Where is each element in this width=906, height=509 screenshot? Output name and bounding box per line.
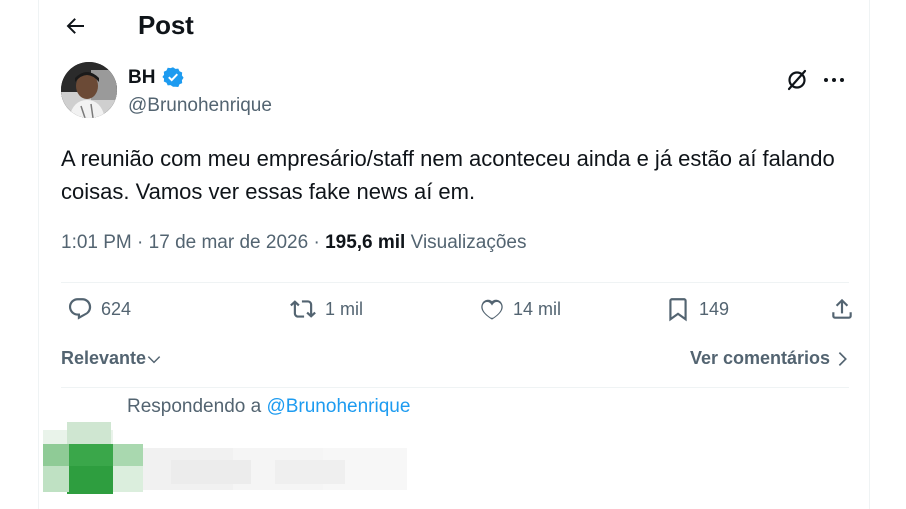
more-icon [824, 78, 844, 82]
like-button[interactable]: 14 mil [479, 296, 561, 322]
replying-prefix: Respondendo a [127, 396, 267, 417]
reply-icon [68, 298, 92, 320]
author-display-name[interactable]: BH [128, 67, 155, 89]
see-comments-label: Ver comentários [689, 348, 830, 368]
meta-separator: · [313, 232, 326, 253]
back-arrow-icon [66, 18, 84, 34]
author-handle[interactable]: @Brunohenrique [128, 95, 272, 117]
like-count: 14 mil [513, 298, 562, 319]
divider [61, 282, 849, 283]
header: Post [39, 0, 869, 52]
avatar[interactable] [61, 62, 117, 118]
repost-count: 1 mil [325, 298, 364, 319]
divider [61, 387, 849, 388]
replying-mention[interactable]: @Brunohenrique [266, 396, 410, 417]
views-label: Visualizações [410, 232, 527, 253]
bookmark-button[interactable]: 149 [665, 296, 729, 322]
more-button[interactable] [819, 66, 849, 94]
back-button[interactable] [59, 10, 91, 42]
see-comments-link[interactable]: Ver comentários [690, 348, 851, 369]
post-author: BH @Brunohenrique [61, 62, 851, 122]
share-icon [832, 298, 852, 319]
post-time[interactable]: 1:01 PM [61, 232, 132, 253]
meta-separator: · [137, 232, 149, 253]
reply-count: 624 [101, 298, 132, 319]
sort-row: Relevante Ver comentários [61, 346, 851, 376]
share-button[interactable] [829, 296, 855, 322]
action-bar: 624 1 mil 14 mil 149 [61, 296, 852, 336]
replying-to: Respondendo a @Brunohenrique [127, 396, 410, 418]
views-count: 195,6 mil [325, 232, 411, 253]
verified-badge-icon [162, 67, 184, 87]
post-detail-panel: Post BH @Brunohenrique A reunião com meu… [38, 0, 870, 509]
chevron-down-icon [147, 355, 161, 363]
repost-icon [290, 300, 316, 318]
reply-button[interactable]: 624 [67, 296, 131, 322]
page-title: Post [138, 10, 194, 40]
post-text: A reunião com meu empresário/staff nem a… [61, 146, 835, 204]
bookmark-icon [669, 298, 687, 322]
post-metadata: 1:01 PM · 17 de mar de 2026 · 195,6 mil … [61, 232, 526, 254]
post-date[interactable]: 17 de mar de 2026 [149, 232, 309, 253]
like-icon [481, 299, 503, 320]
grok-icon [787, 69, 807, 91]
repost-button[interactable]: 1 mil [289, 296, 363, 322]
sort-dropdown[interactable]: Relevante [61, 348, 162, 369]
bookmark-count: 149 [699, 298, 730, 319]
chevron-right-icon [838, 351, 847, 366]
pixelated-redaction [39, 420, 459, 500]
sort-label: Relevante [61, 348, 147, 368]
grok-button[interactable] [783, 66, 811, 94]
